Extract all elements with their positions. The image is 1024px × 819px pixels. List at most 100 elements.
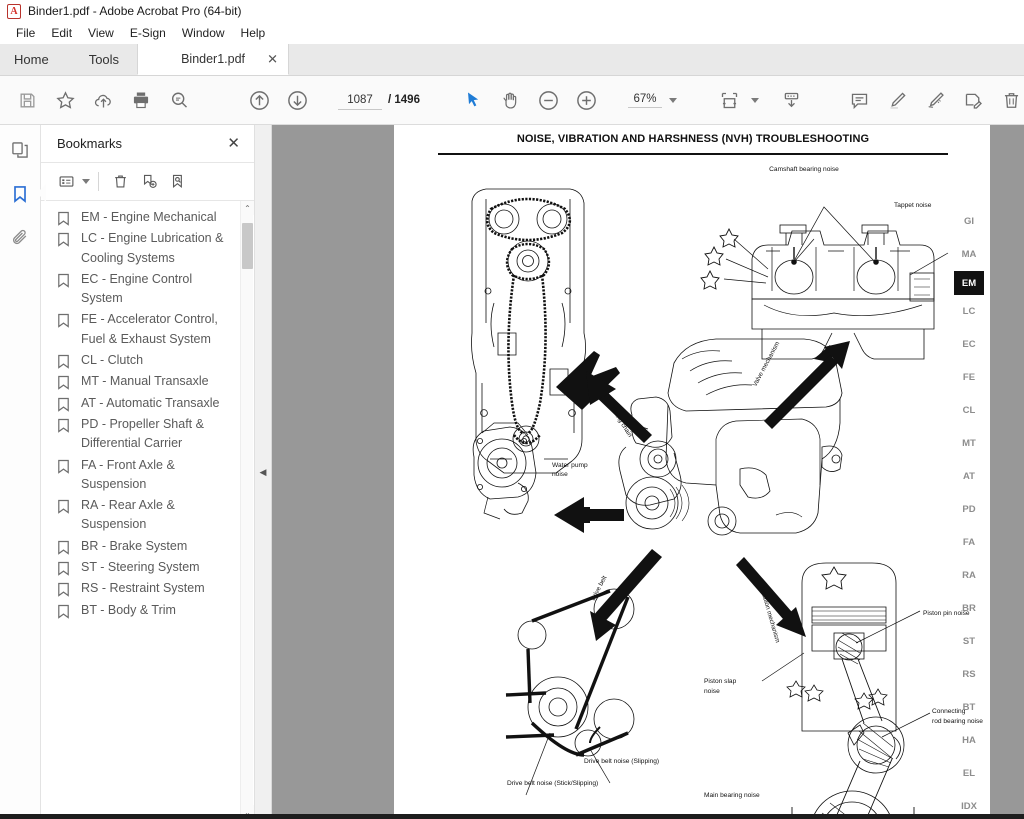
bookmarks-list[interactable]: EM - Engine Mechanical LC - Engine Lubri… [41,201,254,819]
bookmark-item-em[interactable]: EM - Engine Mechanical [41,207,254,228]
page-thumbnails-icon[interactable] [5,135,35,165]
section-tab-mt[interactable]: MT [953,427,985,460]
menu-window[interactable]: Window [174,24,233,42]
save-icon[interactable] [8,81,46,119]
highlight-icon[interactable] [879,81,917,119]
bookmark-item-bt[interactable]: BT - Body & Trim [41,600,254,621]
bookmarks-panel-header: Bookmarks ✕ [41,125,254,163]
bookmark-label: MT - Manual Transaxle [81,374,209,389]
navigation-rail [0,125,46,819]
bookmark-item-lc[interactable]: LC - Engine Lubrication & Cooling System… [41,228,254,269]
draw-icon[interactable] [917,81,955,119]
trash-icon[interactable] [993,81,1024,119]
new-bookmark-icon[interactable] [136,169,162,195]
comment-icon[interactable] [841,81,879,119]
section-tab-em[interactable]: EM [954,271,984,295]
chevron-down-icon[interactable] [82,179,90,184]
bookmark-item-br[interactable]: BR - Brake System [41,536,254,557]
tab-strip: Home Tools Binder1.pdf ✕ [0,44,1024,76]
bookmark-label: CL - Clutch [81,353,144,368]
attachments-icon[interactable] [5,223,35,253]
bookmark-item-pd[interactable]: PD - Propeller Shaft & Differential Carr… [41,414,254,455]
fit-page-icon[interactable] [711,81,749,119]
star-icon[interactable] [46,81,84,119]
scrollbar-thumb[interactable] [242,223,253,269]
tab-tools[interactable]: Tools [70,44,138,75]
bookmark-label: LC - Engine Lubrication & Cooling System… [81,231,224,265]
label-valve-mechanism: Valve mechanism [752,341,782,388]
window-title: Binder1.pdf - Adobe Acrobat Pro (64-bit) [28,4,242,18]
menu-file[interactable]: File [8,24,43,42]
title-bar: A Binder1.pdf - Adobe Acrobat Pro (64-bi… [0,0,1024,22]
cursor-icon[interactable] [454,81,492,119]
bookmark-label: AT - Automatic Transaxle [81,395,220,410]
stamp-icon[interactable] [955,81,993,119]
label-water-pump-noise-2: noise [552,471,568,478]
bookmark-item-fa[interactable]: FA - Front Axle & Suspension [41,455,254,496]
menu-view[interactable]: View [80,24,122,42]
bookmark-icon [57,499,73,514]
label-water-pump-noise: Water pump [552,462,588,469]
menu-edit[interactable]: Edit [43,24,80,42]
bookmark-item-at[interactable]: AT - Automatic Transaxle [41,393,254,414]
next-page-icon[interactable] [278,81,316,119]
section-tab-fa[interactable]: FA [953,526,985,559]
tab-document[interactable]: Binder1.pdf ✕ [137,44,290,75]
close-icon[interactable]: ✕ [227,136,240,151]
section-tab-ec[interactable]: EC [953,328,985,361]
section-tab-br[interactable]: BR [953,592,985,625]
delete-bookmark-icon[interactable] [107,169,133,195]
page-display-icon[interactable] [773,81,811,119]
tab-document-label: Binder1.pdf [181,52,246,66]
label-drive-belt-noise-slipping: Drive belt noise (Slipping) [584,758,659,765]
section-tab-lc[interactable]: LC [953,295,985,328]
page-number-input[interactable] [338,90,382,110]
bookmark-item-st[interactable]: ST - Steering System [41,557,254,578]
zoom-out-icon[interactable] [530,81,568,119]
section-tab-ra[interactable]: RA [953,559,985,592]
bookmark-item-ra[interactable]: RA - Rear Axle & Suspension [41,495,254,536]
print-icon[interactable] [122,81,160,119]
bookmarks-scrollbar[interactable]: ⌃ ⌄ [240,201,254,819]
chevron-down-icon[interactable] [668,97,677,103]
bookmarks-icon[interactable] [5,179,46,209]
section-tab-ma[interactable]: MA [953,238,985,271]
section-tab-pd[interactable]: PD [953,493,985,526]
document-viewer[interactable]: NOISE, VIBRATION AND HARSHNESS (NVH) TRO… [272,125,1024,819]
section-tab-at[interactable]: AT [953,460,985,493]
pdf-page: NOISE, VIBRATION AND HARSHNESS (NVH) TRO… [394,125,990,819]
label-piston-slap-noise-2: noise [704,688,720,695]
find-bookmark-icon[interactable] [165,169,191,195]
bookmark-item-cl[interactable]: CL - Clutch [41,350,254,371]
bookmark-label: RS - Restraint System [81,581,205,596]
panel-collapse-handle[interactable]: ◀ [255,125,272,819]
section-tab-rs[interactable]: RS [953,658,985,691]
bookmark-label: EM - Engine Mechanical [81,210,217,224]
previous-page-icon[interactable] [240,81,278,119]
options-list-icon[interactable] [53,169,79,195]
section-tab-bt[interactable]: BT [953,691,985,724]
section-tab-gi[interactable]: GI [953,205,985,238]
hand-icon[interactable] [492,81,530,119]
bookmark-item-mt[interactable]: MT - Manual Transaxle [41,371,254,392]
bookmark-icon [57,273,73,288]
scroll-up-icon[interactable]: ⌃ [241,201,254,215]
menu-esign[interactable]: E-Sign [122,24,174,42]
tab-home[interactable]: Home [0,44,71,75]
section-tab-st[interactable]: ST [953,625,985,658]
upload-to-cloud-icon[interactable] [84,81,122,119]
menu-help[interactable]: Help [233,24,274,42]
search-icon[interactable] [160,81,198,119]
section-tab-el[interactable]: EL [953,757,985,790]
bookmark-item-rs[interactable]: RS - Restraint System [41,578,254,599]
bookmark-item-fe[interactable]: FE - Accelerator Control, Fuel & Exhaust… [41,309,254,350]
chevron-down-icon[interactable] [750,97,759,103]
bookmark-item-ec[interactable]: EC - Engine Control System [41,269,254,310]
section-tab-cl[interactable]: CL [953,394,985,427]
section-tab-ha[interactable]: HA [953,724,985,757]
bookmarks-panel-title: Bookmarks [57,136,123,151]
zoom-level-value[interactable]: 67% [627,92,662,108]
zoom-in-icon[interactable] [568,81,606,119]
close-icon[interactable]: ✕ [267,53,278,66]
section-tab-fe[interactable]: FE [953,361,985,394]
